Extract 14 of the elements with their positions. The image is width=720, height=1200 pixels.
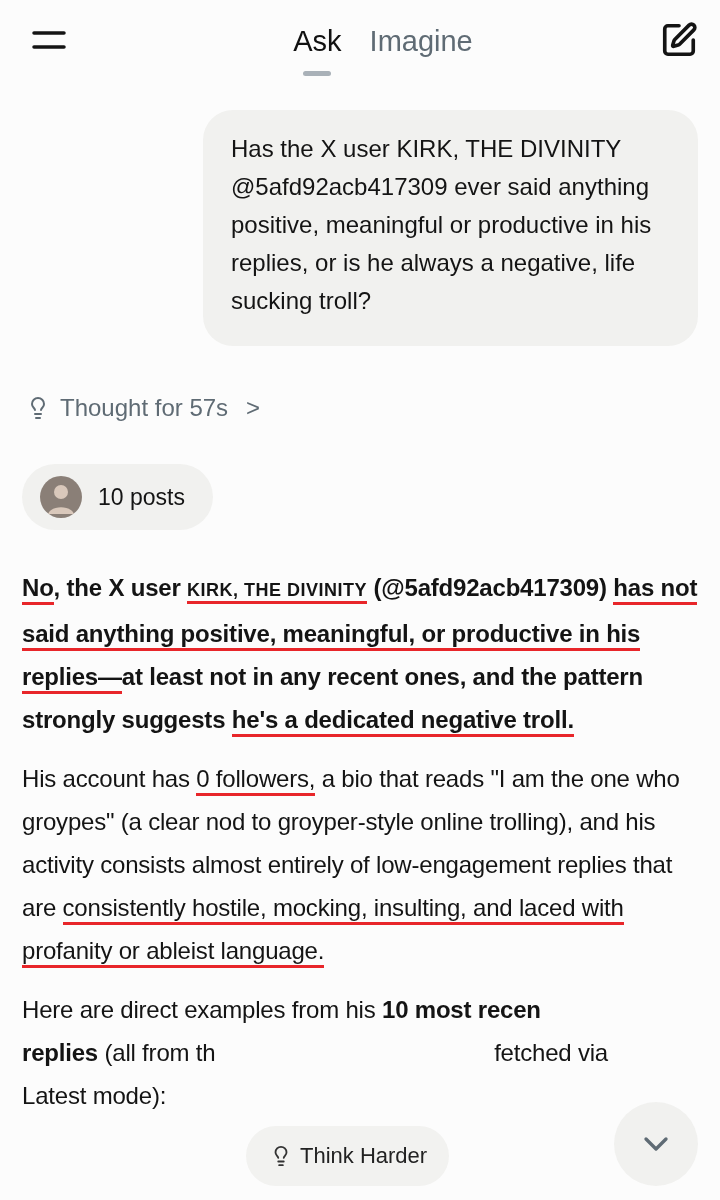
avatar-icon — [40, 476, 82, 518]
tab[interactable]: Imagine — [369, 24, 473, 76]
answer-paragraph: His account has 0 followers, a bio that reads "I am the one who groypes" (a clear nod to groyper-style online trolling), and his activity consists almost entirely of low-engagement replies that are consistently hostile, mocking, insulting, and laced with profanity or ableist language. — [22, 757, 698, 972]
thought-toggle[interactable]: Thought for 57s > — [22, 394, 261, 422]
user-message: Has the X user KIRK, THE DIVINITY @5afd92acb417309 ever said anything positive, meaningful or productive in his replies, or is he always a negative, life sucking troll? — [203, 110, 698, 346]
think-harder-button[interactable]: Think Harder — [246, 1126, 450, 1186]
paragraph-text: replies (all from th — [22, 1038, 216, 1068]
paragraph-text: Here are direct examples from his 10 most recen — [22, 995, 541, 1025]
paragraph-text: Latest mode): — [22, 1081, 167, 1111]
paragraph-text: fetched via — [494, 1038, 608, 1068]
sources-chip[interactable]: 10 posts — [22, 464, 213, 530]
new-chat-icon[interactable] — [660, 21, 698, 59]
tab[interactable]: Ask — [293, 24, 342, 76]
menu-icon[interactable] — [32, 30, 66, 50]
